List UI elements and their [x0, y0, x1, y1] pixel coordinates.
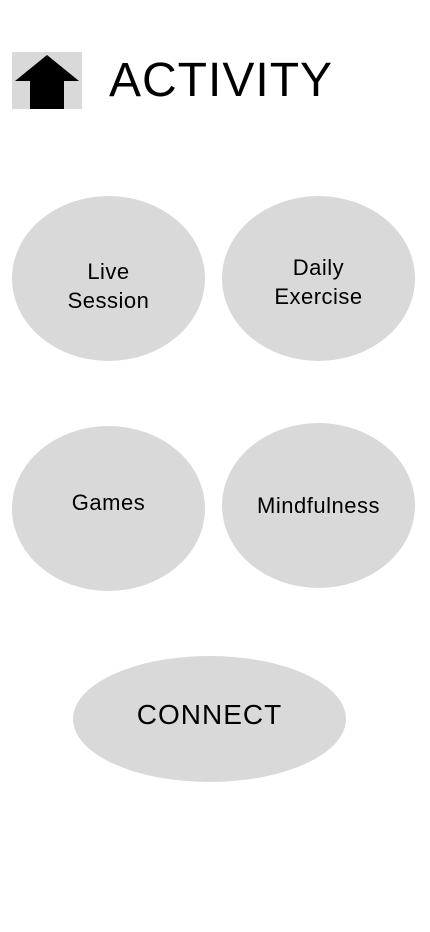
live-session-button[interactable]: Live Session: [12, 196, 205, 361]
page-title: ACTIVITY: [109, 54, 334, 107]
games-label: Games: [71, 489, 146, 515]
live-session-label: Live Session: [67, 258, 150, 313]
up-arrow-home-icon: [13, 53, 81, 109]
daily-exercise-button[interactable]: Daily Exercise: [222, 196, 415, 361]
home-button[interactable]: [12, 52, 82, 109]
mindfulness-label: Mindfulness: [257, 493, 380, 518]
connect-label: CONNECT: [136, 699, 283, 730]
mindfulness-button[interactable]: Mindfulness: [222, 423, 415, 588]
games-button[interactable]: Games: [12, 426, 205, 591]
connect-button[interactable]: CONNECT: [73, 656, 346, 782]
daily-exercise-label: Daily Exercise: [274, 254, 363, 309]
